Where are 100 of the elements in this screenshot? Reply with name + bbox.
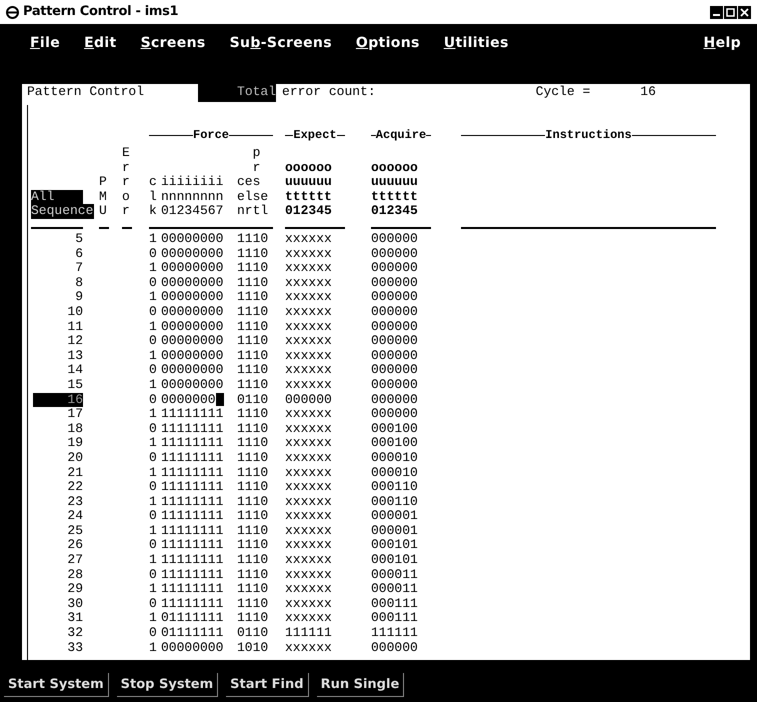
sequence-number[interactable]: 32 (67, 626, 83, 641)
acquire-cell-text: 000000 (371, 640, 419, 656)
menu-item[interactable]: Utilities (444, 32, 509, 54)
clock-cell-text: 1 (149, 378, 158, 393)
header-label: r (252, 160, 262, 176)
expect-cell-text: xxxxxx (285, 334, 333, 349)
panel-title: Pattern Control (27, 83, 144, 102)
expect-cell-text: xxxxxx (285, 640, 333, 656)
clock-cell-text: 1 (149, 436, 158, 451)
acquire-cell-text: 111111 (371, 626, 419, 641)
sequence-number[interactable]: 25 (67, 524, 83, 538)
sequence-number[interactable]: 15 (67, 378, 83, 393)
header-label: P (99, 175, 108, 190)
sequence-number[interactable]: 19 (67, 436, 83, 451)
sequence-number[interactable]: 17 (67, 407, 83, 422)
header-label: U (99, 204, 108, 219)
sequence-number[interactable]: 24 (67, 509, 83, 524)
clock-cell-text: 1 (149, 320, 158, 334)
acquire-cell-text: 000000 (371, 290, 419, 305)
force-cell: 00000000 (161, 348, 224, 364)
process-cell-text: 1110 (237, 246, 270, 262)
app-icon (6, 6, 19, 18)
sequence-number[interactable]: 27 (67, 553, 83, 568)
sequence-number[interactable]: 13 (67, 348, 83, 364)
action-button[interactable]: Stop System (116, 672, 218, 698)
sequence-number[interactable]: 6 (75, 246, 83, 262)
expect-cell-text: xxxxxx (285, 232, 333, 247)
clock-cell-text: 0 (149, 596, 158, 612)
sequence-number[interactable]: 30 (67, 596, 83, 612)
sequence-number[interactable]: 5 (75, 232, 83, 247)
sequence-number[interactable]: 26 (67, 538, 83, 554)
acquire-cell-text: 000110 (371, 480, 419, 495)
action-button[interactable]: Start Find (226, 672, 309, 698)
minimize-icon[interactable] (710, 6, 723, 18)
header-label: oooooo (371, 160, 419, 176)
expect-cell-text: xxxxxx (285, 466, 333, 480)
menu-item[interactable]: Help (704, 32, 741, 54)
clock-cell-text: 1 (149, 611, 158, 626)
expect-cell-text: xxxxxx (285, 348, 333, 364)
header-label: k (149, 204, 158, 219)
force-cell: 11111111 (161, 422, 224, 436)
acquire-cell-text: 000000 (371, 378, 419, 393)
expect-cell-text: xxxxxx (285, 480, 333, 495)
cycle-value: 16 (640, 83, 656, 102)
sequence-number[interactable]: 12 (67, 334, 83, 349)
sequence-number[interactable]: 29 (67, 582, 83, 597)
process-cell-text: 1010 (237, 640, 270, 656)
sequence-number[interactable]: 10 (67, 304, 83, 320)
sequence-number[interactable]: 14 (67, 363, 83, 378)
sequence-number[interactable]: 9 (75, 290, 83, 305)
sequence-number[interactable]: 11 (67, 320, 83, 334)
process-cell-text: 1110 (237, 538, 270, 554)
process-cell-text: 1110 (237, 290, 270, 305)
acquire-cell-text: 000011 (371, 582, 419, 597)
sequence-header[interactable]: Sequence (31, 204, 94, 219)
expect-cell-text: xxxxxx (285, 568, 333, 582)
window-title: Pattern Control - ims1 (23, 3, 178, 22)
maximize-icon[interactable] (724, 6, 737, 18)
sequence-number[interactable]: 21 (67, 466, 83, 480)
clock-cell-text: 1 (149, 553, 158, 568)
sequence-number[interactable]: 8 (75, 276, 83, 290)
header-label: l (149, 190, 158, 204)
expect-cell-text: xxxxxx (285, 320, 333, 334)
force-cell: 00000000 (161, 320, 224, 334)
clock-cell-text: 1 (149, 640, 158, 656)
header-label: 012345 (285, 204, 333, 219)
process-cell-text: 1110 (237, 611, 270, 626)
process-cell-text: 0110 (237, 392, 270, 408)
header-label: M (99, 190, 108, 204)
sequence-number[interactable]: 23 (67, 494, 83, 510)
expect-cell-text: xxxxxx (285, 611, 333, 626)
process-cell-text: 1110 (237, 348, 270, 364)
sequence-number[interactable]: 7 (75, 261, 83, 276)
menu-item[interactable]: Screens (140, 32, 206, 54)
close-icon[interactable] (738, 6, 751, 18)
process-cell-text: 1110 (237, 334, 270, 349)
menu-item[interactable]: Edit (84, 32, 117, 54)
sequence-number[interactable]: 18 (67, 422, 83, 436)
process-cell-text: 1110 (237, 232, 270, 247)
sequence-number[interactable]: 22 (67, 480, 83, 495)
clock-cell-text: 1 (149, 494, 158, 510)
acquire-cell-text: 000000 (371, 392, 419, 408)
action-button[interactable]: Start System (4, 672, 109, 698)
menu-item[interactable]: Options (356, 32, 420, 54)
sequence-number[interactable]: 31 (67, 611, 83, 626)
sequence-number[interactable]: 33 (67, 640, 83, 656)
sequence-number[interactable]: 16 (33, 392, 83, 408)
header-label: 012345 (371, 204, 419, 219)
process-cell-text: 1110 (237, 596, 270, 612)
sequence-number[interactable]: 28 (67, 568, 83, 582)
action-button[interactable]: Run Single (316, 672, 404, 698)
sequence-number[interactable]: 20 (67, 450, 83, 466)
menu-item[interactable]: File (30, 32, 60, 54)
acquire-cell-text: 000101 (371, 538, 419, 554)
sequence-header[interactable]: All (31, 190, 83, 204)
force-cell: 11111111 (161, 407, 224, 422)
column-group-heading: Acquire (376, 127, 426, 144)
acquire-cell-text: 000000 (371, 276, 419, 290)
menu-item[interactable]: Sub-Screens (230, 32, 332, 54)
expect-cell-text: 111111 (285, 626, 333, 641)
